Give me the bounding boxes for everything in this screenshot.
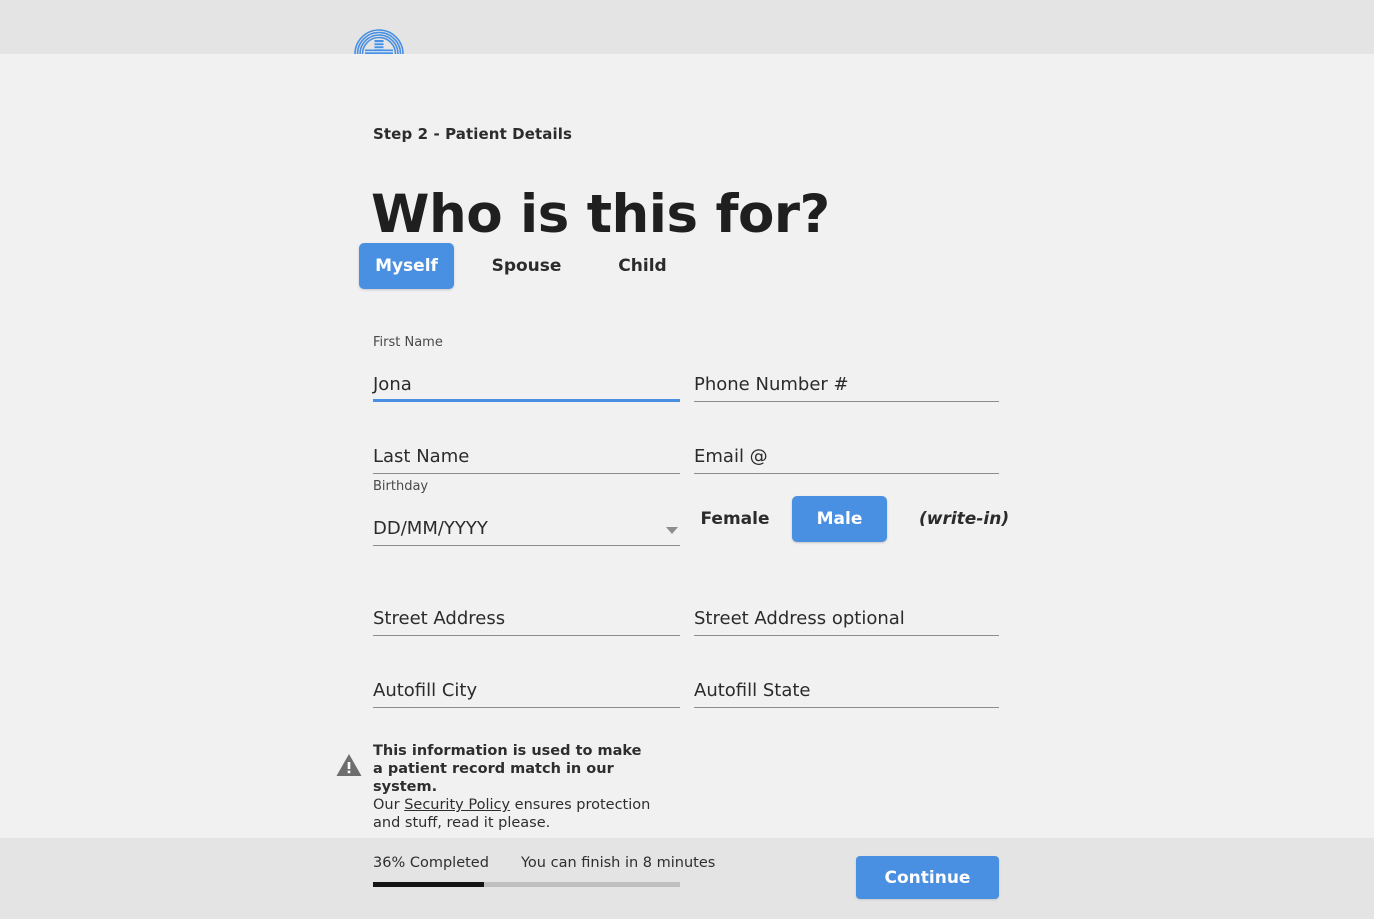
notice-line-2: a patient record match in our system. [373,761,614,795]
footer-bar: 36% Completed You can finish in 8 minute… [0,838,1374,919]
notice-line-1: This information is used to make [373,743,642,759]
security-policy-link[interactable]: Security Policy [404,797,510,813]
state-placeholder: Autofill State [694,680,811,701]
street-address-placeholder: Street Address [373,608,506,629]
notice-line-3-before: Our [373,797,405,813]
page-title: Who is this for? [371,183,830,245]
phone-field[interactable]: Phone Number # [694,354,999,402]
first-name-underline [373,399,680,402]
gender-option-male[interactable]: Male [792,496,887,542]
notice-line-3: Our Security Policy ensures protection [373,796,663,814]
gender-option-female[interactable]: Female [694,496,776,542]
first-name-value: Jona [373,374,412,395]
warning-triangle-icon [336,753,362,777]
email-placeholder: Email @ [694,446,768,467]
street-address-optional-placeholder: Street Address optional [694,608,905,629]
progress-bar-track [373,882,680,887]
first-name-label: First Name [373,335,443,350]
estimated-time-label: You can finish in 8 minutes [521,855,716,871]
phone-placeholder: Phone Number # [694,374,849,395]
state-field[interactable]: Autofill State [694,660,999,708]
birthday-field[interactable]: Birthday DD/MM/YYYY [373,479,680,546]
last-name-field[interactable]: Last Name [373,426,680,474]
notice-line-3-after: ensures protection [510,797,651,813]
chevron-down-icon[interactable] [666,527,678,534]
main-content: Step 2 - Patient Details Who is this for… [0,54,1374,838]
last-name-placeholder: Last Name [373,446,470,467]
tab-myself[interactable]: Myself [359,243,454,289]
city-underline [373,707,680,708]
first-name-field[interactable]: First Name Jona [373,335,680,402]
progress-bar-fill [373,882,484,887]
birthday-underline [373,545,680,546]
tab-child[interactable]: Child [595,243,690,289]
step-label: Step 2 - Patient Details [373,125,573,143]
privacy-notice-text: This information is used to make a patie… [373,742,663,832]
email-underline [694,473,999,474]
street-address-optional-underline [694,635,999,636]
phone-underline [694,401,999,402]
state-underline [694,707,999,708]
email-field[interactable]: Email @ [694,426,999,474]
city-field[interactable]: Autofill City [373,660,680,708]
notice-line-4: and stuff, read it please. [373,815,551,831]
street-address-optional-field[interactable]: Street Address optional [694,588,999,636]
street-address-underline [373,635,680,636]
continue-button[interactable]: Continue [856,856,999,899]
top-brand-band [0,0,1374,54]
gender-option-write-in[interactable]: (write-in) [919,496,1069,542]
street-address-field[interactable]: Street Address [373,588,680,636]
city-placeholder: Autofill City [373,680,478,701]
birthday-label: Birthday [373,479,429,494]
birthday-placeholder: DD/MM/YYYY [373,518,488,539]
tab-spouse[interactable]: Spouse [479,243,574,289]
last-name-underline [373,473,680,474]
progress-percent-label: 36% Completed [373,855,489,871]
